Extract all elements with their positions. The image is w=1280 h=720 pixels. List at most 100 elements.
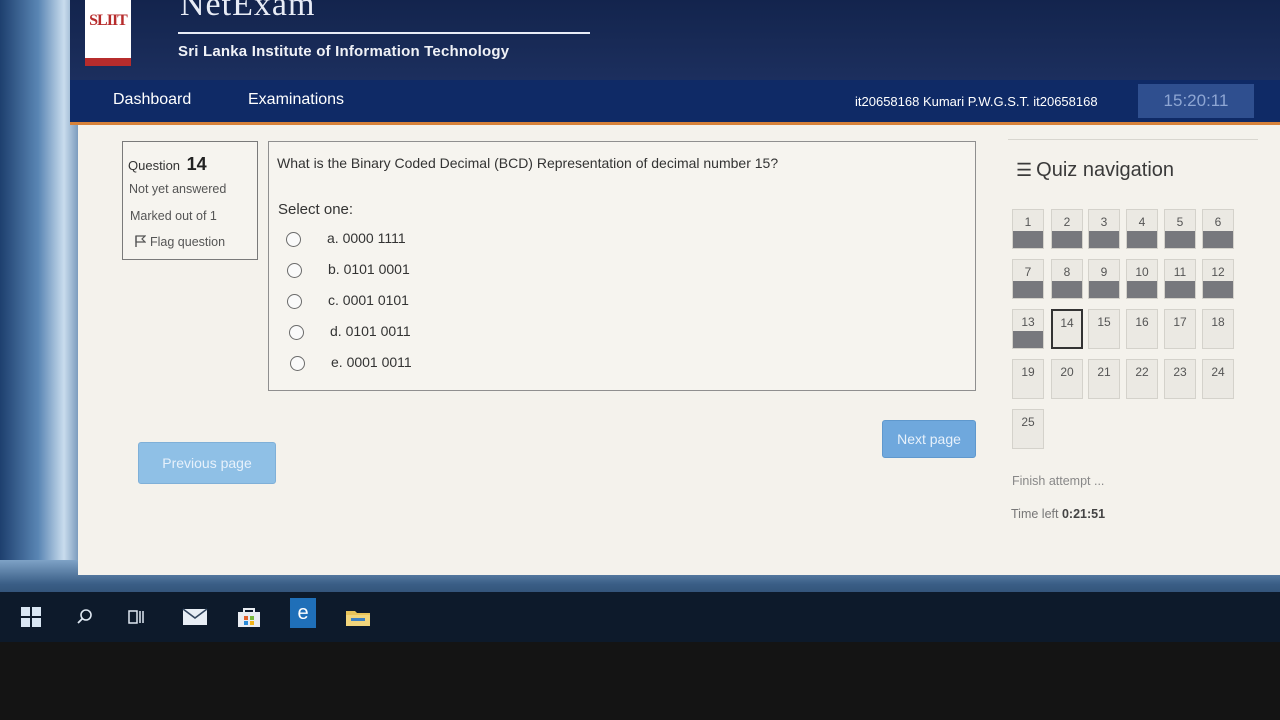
menu-icon: ☰ <box>1016 160 1033 180</box>
quiz-nav-question-number: 25 <box>1021 415 1035 429</box>
main-navbar: Dashboard Examinations it20658168 Kumari… <box>70 80 1280 125</box>
quiz-nav-question-number: 15 <box>1097 315 1111 329</box>
store-icon[interactable] <box>236 604 262 630</box>
quiz-navigation-title: ☰ Quiz navigation <box>1016 159 1174 182</box>
quiz-nav-question-number: 12 <box>1211 265 1225 279</box>
quiz-nav-question-number: 20 <box>1060 365 1074 379</box>
quiz-nav-question-button[interactable]: 14 <box>1051 309 1083 349</box>
radio-button-a[interactable] <box>286 232 301 247</box>
quiz-nav-question-number: 18 <box>1211 315 1225 329</box>
quiz-nav-question-number: 8 <box>1063 265 1071 279</box>
question-label: Question 14 <box>128 154 207 175</box>
quiz-nav-question-button[interactable]: 8 <box>1051 259 1083 299</box>
radio-button-c[interactable] <box>287 294 302 309</box>
quiz-navigation-block: ☰ Quiz navigation 1 2 3 4 5 6 7 8 9 10 11 12 13 14 15 16… <box>1008 139 1258 539</box>
quiz-nav-question-number: 24 <box>1211 365 1225 379</box>
option-label-c: c. 0001 0101 <box>328 292 409 308</box>
quiz-nav-question-number: 17 <box>1173 315 1187 329</box>
time-left-label: Time left <box>1011 507 1059 521</box>
windows-start-icon[interactable] <box>18 604 44 630</box>
quiz-nav-question-number: 14 <box>1060 316 1074 330</box>
quiz-nav-question-number: 1 <box>1024 215 1032 229</box>
clock-display: 15:20:11 <box>1138 84 1254 118</box>
quiz-nav-question-button[interactable]: 6 <box>1202 209 1234 249</box>
quiz-nav-question-button[interactable]: 22 <box>1126 359 1158 399</box>
quiz-nav-question-button[interactable]: 3 <box>1088 209 1120 249</box>
app-name: NetExam <box>180 0 316 23</box>
question-box: What is the Binary Coded Decimal (BCD) R… <box>268 141 976 391</box>
quiz-nav-question-button[interactable]: 7 <box>1012 259 1044 299</box>
quiz-nav-question-button[interactable]: 19 <box>1012 359 1044 399</box>
quiz-nav-question-number: 10 <box>1135 265 1149 279</box>
quiz-nav-question-number: 21 <box>1097 365 1111 379</box>
quiz-nav-question-button[interactable]: 11 <box>1164 259 1196 299</box>
nav-examinations-link[interactable]: Examinations <box>248 91 344 109</box>
answer-status: Not yet answered <box>129 182 227 196</box>
quiz-nav-question-number: 3 <box>1100 215 1108 229</box>
flag-question-label: Flag question <box>150 235 226 249</box>
quiz-nav-question-button[interactable]: 25 <box>1012 409 1044 449</box>
quiz-nav-question-number: 13 <box>1021 315 1035 329</box>
quiz-nav-question-number: 6 <box>1214 215 1222 229</box>
nav-divider <box>1008 139 1258 140</box>
task-view-icon[interactable] <box>124 604 150 630</box>
quiz-nav-question-number: 11 <box>1173 265 1187 279</box>
brand-divider <box>178 32 590 34</box>
quiz-nav-question-number: 5 <box>1176 215 1184 229</box>
question-text: What is the Binary Coded Decimal (BCD) R… <box>277 155 779 171</box>
quiz-nav-question-number: 22 <box>1135 365 1149 379</box>
quiz-nav-question-button[interactable]: 18 <box>1202 309 1234 349</box>
quiz-nav-question-button[interactable]: 2 <box>1051 209 1083 249</box>
option-label-a: a. 0000 1111 <box>327 230 406 246</box>
radio-button-b[interactable] <box>287 263 302 278</box>
option-label-d: d. 0101 0011 <box>330 323 411 339</box>
radio-button-e[interactable] <box>290 356 305 371</box>
quiz-nav-question-button[interactable]: 1 <box>1012 209 1044 249</box>
time-left: Time left 0:21:51 <box>1011 507 1105 521</box>
quiz-nav-question-button[interactable]: 20 <box>1051 359 1083 399</box>
question-info-panel: Question 14 Not yet answered Marked out … <box>122 141 258 260</box>
nav-dashboard-link[interactable]: Dashboard <box>113 91 191 109</box>
quiz-nav-question-button[interactable]: 15 <box>1088 309 1120 349</box>
quiz-nav-question-number: 23 <box>1173 365 1187 379</box>
sliit-logo[interactable]: SLIIT <box>85 0 131 66</box>
select-one-label: Select one: <box>278 201 354 218</box>
quiz-navigation-title-text: Quiz navigation <box>1036 159 1175 181</box>
radio-button-d[interactable] <box>289 325 304 340</box>
quiz-nav-question-number: 16 <box>1135 315 1149 329</box>
quiz-nav-question-number: 2 <box>1063 215 1071 229</box>
question-label-text: Question <box>128 158 181 173</box>
mail-icon[interactable] <box>182 604 208 630</box>
institution-name: Sri Lanka Institute of Information Techn… <box>178 43 510 60</box>
previous-page-button[interactable]: Previous page <box>138 442 276 484</box>
flag-icon <box>135 235 147 247</box>
marks-info: Marked out of 1 <box>130 209 217 223</box>
quiz-nav-question-button[interactable]: 16 <box>1126 309 1158 349</box>
next-page-button[interactable]: Next page <box>882 420 976 458</box>
quiz-nav-question-button[interactable]: 12 <box>1202 259 1234 299</box>
file-explorer-icon[interactable] <box>345 604 371 630</box>
windows-taskbar: e <box>0 592 1280 642</box>
quiz-nav-question-button[interactable]: 17 <box>1164 309 1196 349</box>
option-label-e: e. 0001 0011 <box>331 354 412 370</box>
logo-text: SLIIT <box>89 12 128 29</box>
quiz-nav-question-button[interactable]: 5 <box>1164 209 1196 249</box>
quiz-nav-question-number: 19 <box>1021 365 1035 379</box>
finish-attempt-link[interactable]: Finish attempt ... <box>1012 474 1104 488</box>
quiz-nav-question-button[interactable]: 23 <box>1164 359 1196 399</box>
flag-question-button[interactable]: Flag question <box>135 235 225 249</box>
search-icon[interactable] <box>72 604 98 630</box>
quiz-nav-question-number: 9 <box>1100 265 1108 279</box>
quiz-nav-question-button[interactable]: 24 <box>1202 359 1234 399</box>
quiz-nav-question-button[interactable]: 9 <box>1088 259 1120 299</box>
quiz-nav-question-number: 7 <box>1024 265 1032 279</box>
quiz-page: Question 14 Not yet answered Marked out … <box>78 125 1280 575</box>
quiz-nav-question-button[interactable]: 21 <box>1088 359 1120 399</box>
quiz-nav-question-button[interactable]: 10 <box>1126 259 1158 299</box>
edge-browser-icon[interactable]: e <box>290 598 316 628</box>
quiz-nav-question-number: 4 <box>1138 215 1146 229</box>
quiz-nav-question-button[interactable]: 13 <box>1012 309 1044 349</box>
quiz-nav-question-button[interactable]: 4 <box>1126 209 1158 249</box>
option-label-b: b. 0101 0001 <box>328 261 410 277</box>
user-menu[interactable]: it20658168 Kumari P.W.G.S.T. it20658168 <box>855 94 1098 109</box>
